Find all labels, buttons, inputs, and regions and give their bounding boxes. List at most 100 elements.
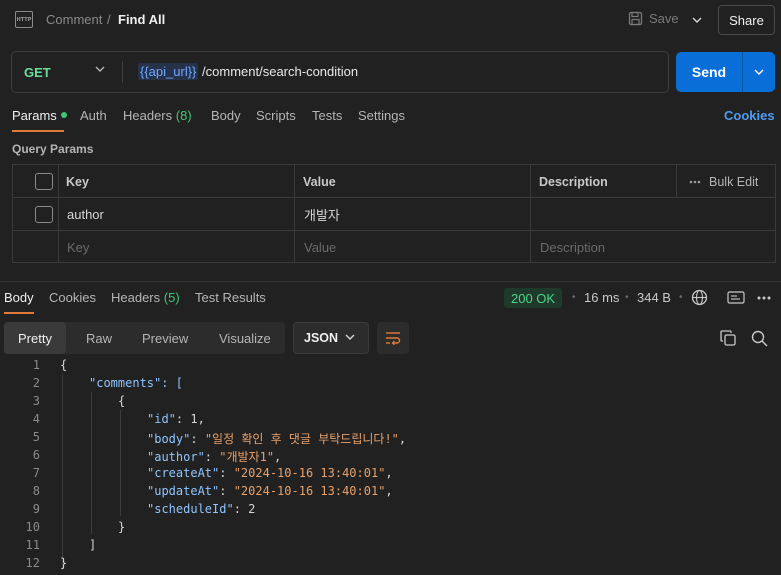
url-divider (122, 61, 123, 83)
response-divider (0, 281, 781, 282)
column-header-key: Key (66, 174, 89, 189)
format-select[interactable]: JSON (293, 322, 369, 354)
table-row: author 개발자 (13, 198, 775, 231)
json-string: "일정 확인 후 댓글 부탁드립니다!" (204, 432, 399, 446)
status-badge[interactable]: 200 OK (504, 288, 563, 308)
view-visualize[interactable]: Visualize (219, 322, 271, 354)
json-string: "개발자1" (219, 450, 275, 464)
json-key: "id" (147, 412, 176, 426)
code-line: 10} (0, 520, 781, 538)
request-title[interactable]: Find All (118, 12, 165, 27)
chevron-down-icon (754, 69, 764, 75)
params-active-dot (60, 112, 67, 118)
code-line: 1{ (0, 358, 781, 376)
more-horizontal-icon (689, 180, 701, 183)
line-number: 7 (32, 466, 40, 480)
line-number: 3 (32, 394, 40, 408)
new-value-input[interactable]: Value (304, 231, 336, 264)
view-pretty[interactable]: Pretty (4, 322, 66, 354)
url-input[interactable]: {{api_url}} /comment/search-condition (138, 63, 358, 80)
json-punct: , (398, 432, 407, 446)
search-icon[interactable] (751, 330, 768, 347)
new-description-input[interactable]: Description (540, 231, 605, 264)
query-params-table: Key Value Description Bulk Edit author 개… (12, 164, 776, 263)
json-string: "2024-10-16 13:40:01" (233, 466, 386, 480)
send-options-button[interactable] (743, 52, 775, 92)
tab-headers[interactable]: Headers (8) (123, 108, 192, 123)
top-bar: HTTP Comment / Find All Save Share (0, 0, 781, 40)
tab-params[interactable]: Params (12, 108, 67, 123)
code-line: 11] (0, 538, 781, 556)
response-time[interactable]: 16 ms (584, 290, 619, 305)
code-text: "comments": [ (89, 376, 183, 390)
view-mode-group: Pretty Raw Preview Visualize (4, 322, 285, 354)
separator-dot: • (625, 292, 629, 303)
view-preview[interactable]: Preview (142, 322, 188, 354)
param-key-cell[interactable]: author (67, 198, 104, 231)
share-button[interactable]: Share (718, 5, 775, 35)
view-raw[interactable]: Raw (86, 322, 112, 354)
response-tab-cookies[interactable]: Cookies (49, 290, 96, 305)
response-headers-label: Headers (111, 290, 161, 305)
table-header-row: Key Value Description Bulk Edit (13, 165, 775, 198)
save-label: Save (649, 11, 679, 26)
method-select[interactable]: GET (24, 65, 51, 80)
new-key-input[interactable]: Key (67, 231, 89, 264)
response-size[interactable]: 344 B (637, 290, 671, 305)
response-tab-body[interactable]: Body (4, 290, 34, 305)
breadcrumb-separator: / (107, 12, 111, 27)
line-number: 4 (32, 412, 40, 426)
json-key: "scheduleId" (147, 502, 234, 516)
http-request-icon: HTTP (15, 11, 33, 28)
bulk-edit-button[interactable]: Bulk Edit (689, 165, 758, 198)
globe-icon[interactable] (691, 289, 708, 306)
line-number: 6 (32, 448, 40, 462)
send-label[interactable]: Send (676, 52, 742, 92)
format-label: JSON (304, 331, 339, 345)
json-punct: , (385, 484, 393, 498)
save-options-button[interactable] (683, 10, 711, 30)
select-all-checkbox[interactable] (35, 173, 53, 190)
tab-settings[interactable]: Settings (358, 108, 405, 123)
chevron-down-icon (345, 334, 355, 340)
tab-body[interactable]: Body (211, 108, 241, 123)
more-horizontal-icon[interactable] (757, 296, 771, 300)
line-number: 1 (32, 358, 40, 372)
code-line: 7 "createAt": "2024-10-16 13:40:01", (0, 466, 781, 484)
json-key: "author" (147, 450, 205, 464)
active-tab-indicator (12, 130, 64, 132)
tab-scripts[interactable]: Scripts (256, 108, 296, 123)
code-text: { (60, 358, 68, 372)
column-header-description: Description (539, 174, 608, 189)
save-icon (628, 11, 643, 26)
save-button[interactable]: Save (628, 11, 679, 26)
save-response-icon[interactable] (727, 291, 745, 304)
json-string: "2024-10-16 13:40:01" (233, 484, 386, 498)
tab-tests[interactable]: Tests (312, 108, 342, 123)
code-text: } (60, 556, 68, 570)
separator-dot: • (679, 292, 683, 303)
response-tab-test-results[interactable]: Test Results (195, 290, 266, 305)
column-header-value: Value (303, 174, 336, 189)
chevron-down-icon[interactable] (95, 66, 105, 72)
wrap-lines-button[interactable] (377, 322, 409, 354)
copy-icon[interactable] (720, 330, 736, 346)
row-enabled-checkbox[interactable] (35, 206, 53, 223)
response-tab-headers[interactable]: Headers (5) (111, 290, 180, 305)
line-number: 10 (25, 520, 40, 534)
code-line: 9 "scheduleId": 2 (0, 502, 781, 520)
code-line: 12} (0, 556, 781, 574)
param-description-cell[interactable] (539, 198, 675, 231)
send-button[interactable]: Send (676, 52, 775, 92)
line-number: 11 (25, 538, 40, 552)
line-number: 8 (32, 484, 40, 498)
cookies-link[interactable]: Cookies (724, 108, 775, 123)
tab-auth[interactable]: Auth (80, 108, 107, 123)
line-number: 2 (32, 376, 40, 390)
param-value-cell[interactable]: 개발자 (304, 198, 340, 231)
json-punct: , (385, 466, 393, 480)
json-number: 2 (248, 502, 256, 516)
code-line: 3{ (0, 394, 781, 412)
url-variable: {{api_url}} (138, 63, 199, 80)
breadcrumb-collection[interactable]: Comment (46, 12, 102, 27)
